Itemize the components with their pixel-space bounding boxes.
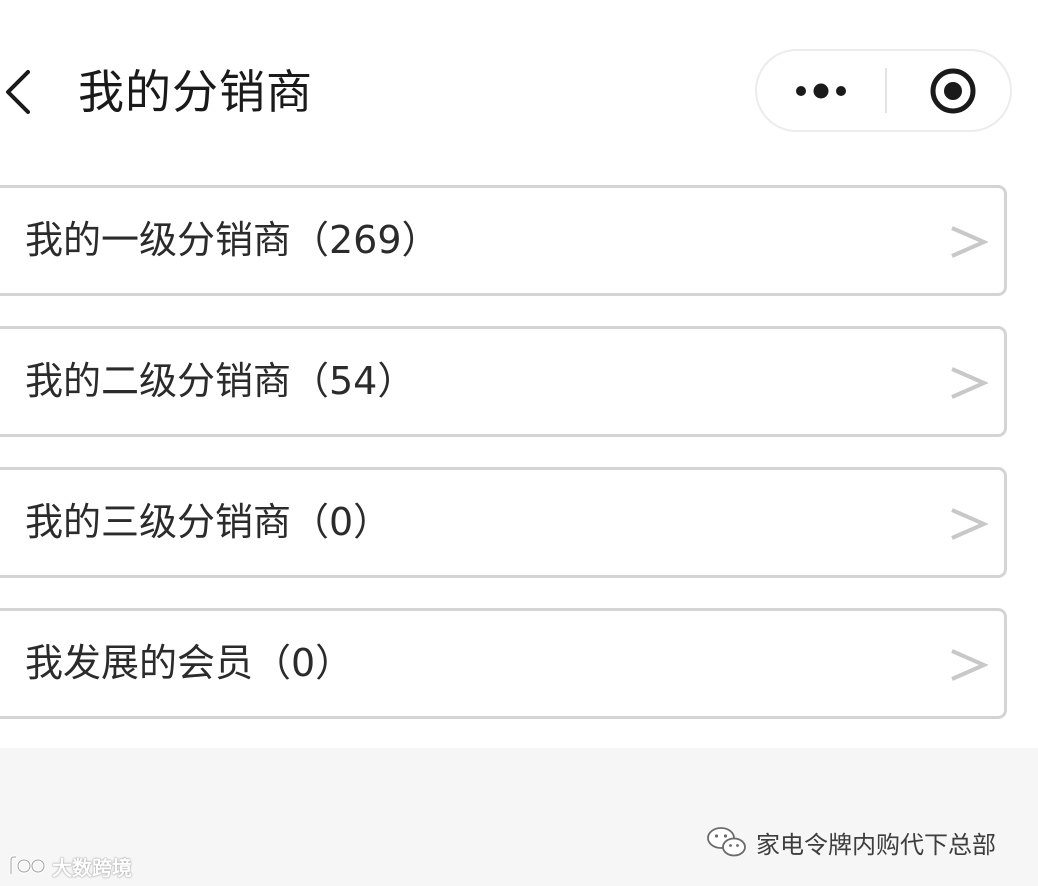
watermark-left: 大数跨境: [8, 852, 132, 880]
list-item-level2-distributors[interactable]: 我的二级分销商（54）: [0, 326, 1007, 437]
bottom-background: [0, 748, 1038, 886]
watermark-right: 家电令牌内购代下总部: [706, 822, 996, 862]
list-item-label: 我的二级分销商（54）: [25, 359, 416, 403]
more-button[interactable]: [757, 51, 885, 130]
nav-bar: 我的分销商: [0, 0, 1038, 170]
chevron-right-icon: [948, 647, 988, 683]
watermark-left-text: 大数跨境: [52, 855, 132, 880]
close-button[interactable]: [887, 51, 1010, 130]
chevron-right-icon: [948, 365, 988, 401]
chevron-right-icon: [948, 506, 988, 542]
list-item-label: 我发展的会员（0）: [25, 641, 354, 685]
list-item-label: 我的一级分销商（269）: [25, 218, 440, 262]
back-button[interactable]: [0, 62, 50, 122]
chevron-left-icon: [6, 70, 30, 114]
target-close-icon: [930, 68, 976, 114]
list-item-label: 我的三级分销商（0）: [25, 500, 392, 544]
page-title: 我的分销商: [78, 65, 313, 119]
brand-logo-icon: [9, 855, 46, 874]
watermark-right-text: 家电令牌内购代下总部: [756, 830, 996, 859]
wechat-icon: [707, 827, 746, 857]
list-item-level1-distributors[interactable]: 我的一级分销商（269）: [0, 185, 1007, 296]
list-item-members[interactable]: 我发展的会员（0）: [0, 608, 1007, 719]
mini-program-capsule: [755, 49, 1012, 132]
more-dots-icon: [796, 83, 846, 99]
chevron-right-icon: [948, 224, 988, 260]
list-item-level3-distributors[interactable]: 我的三级分销商（0）: [0, 467, 1007, 578]
